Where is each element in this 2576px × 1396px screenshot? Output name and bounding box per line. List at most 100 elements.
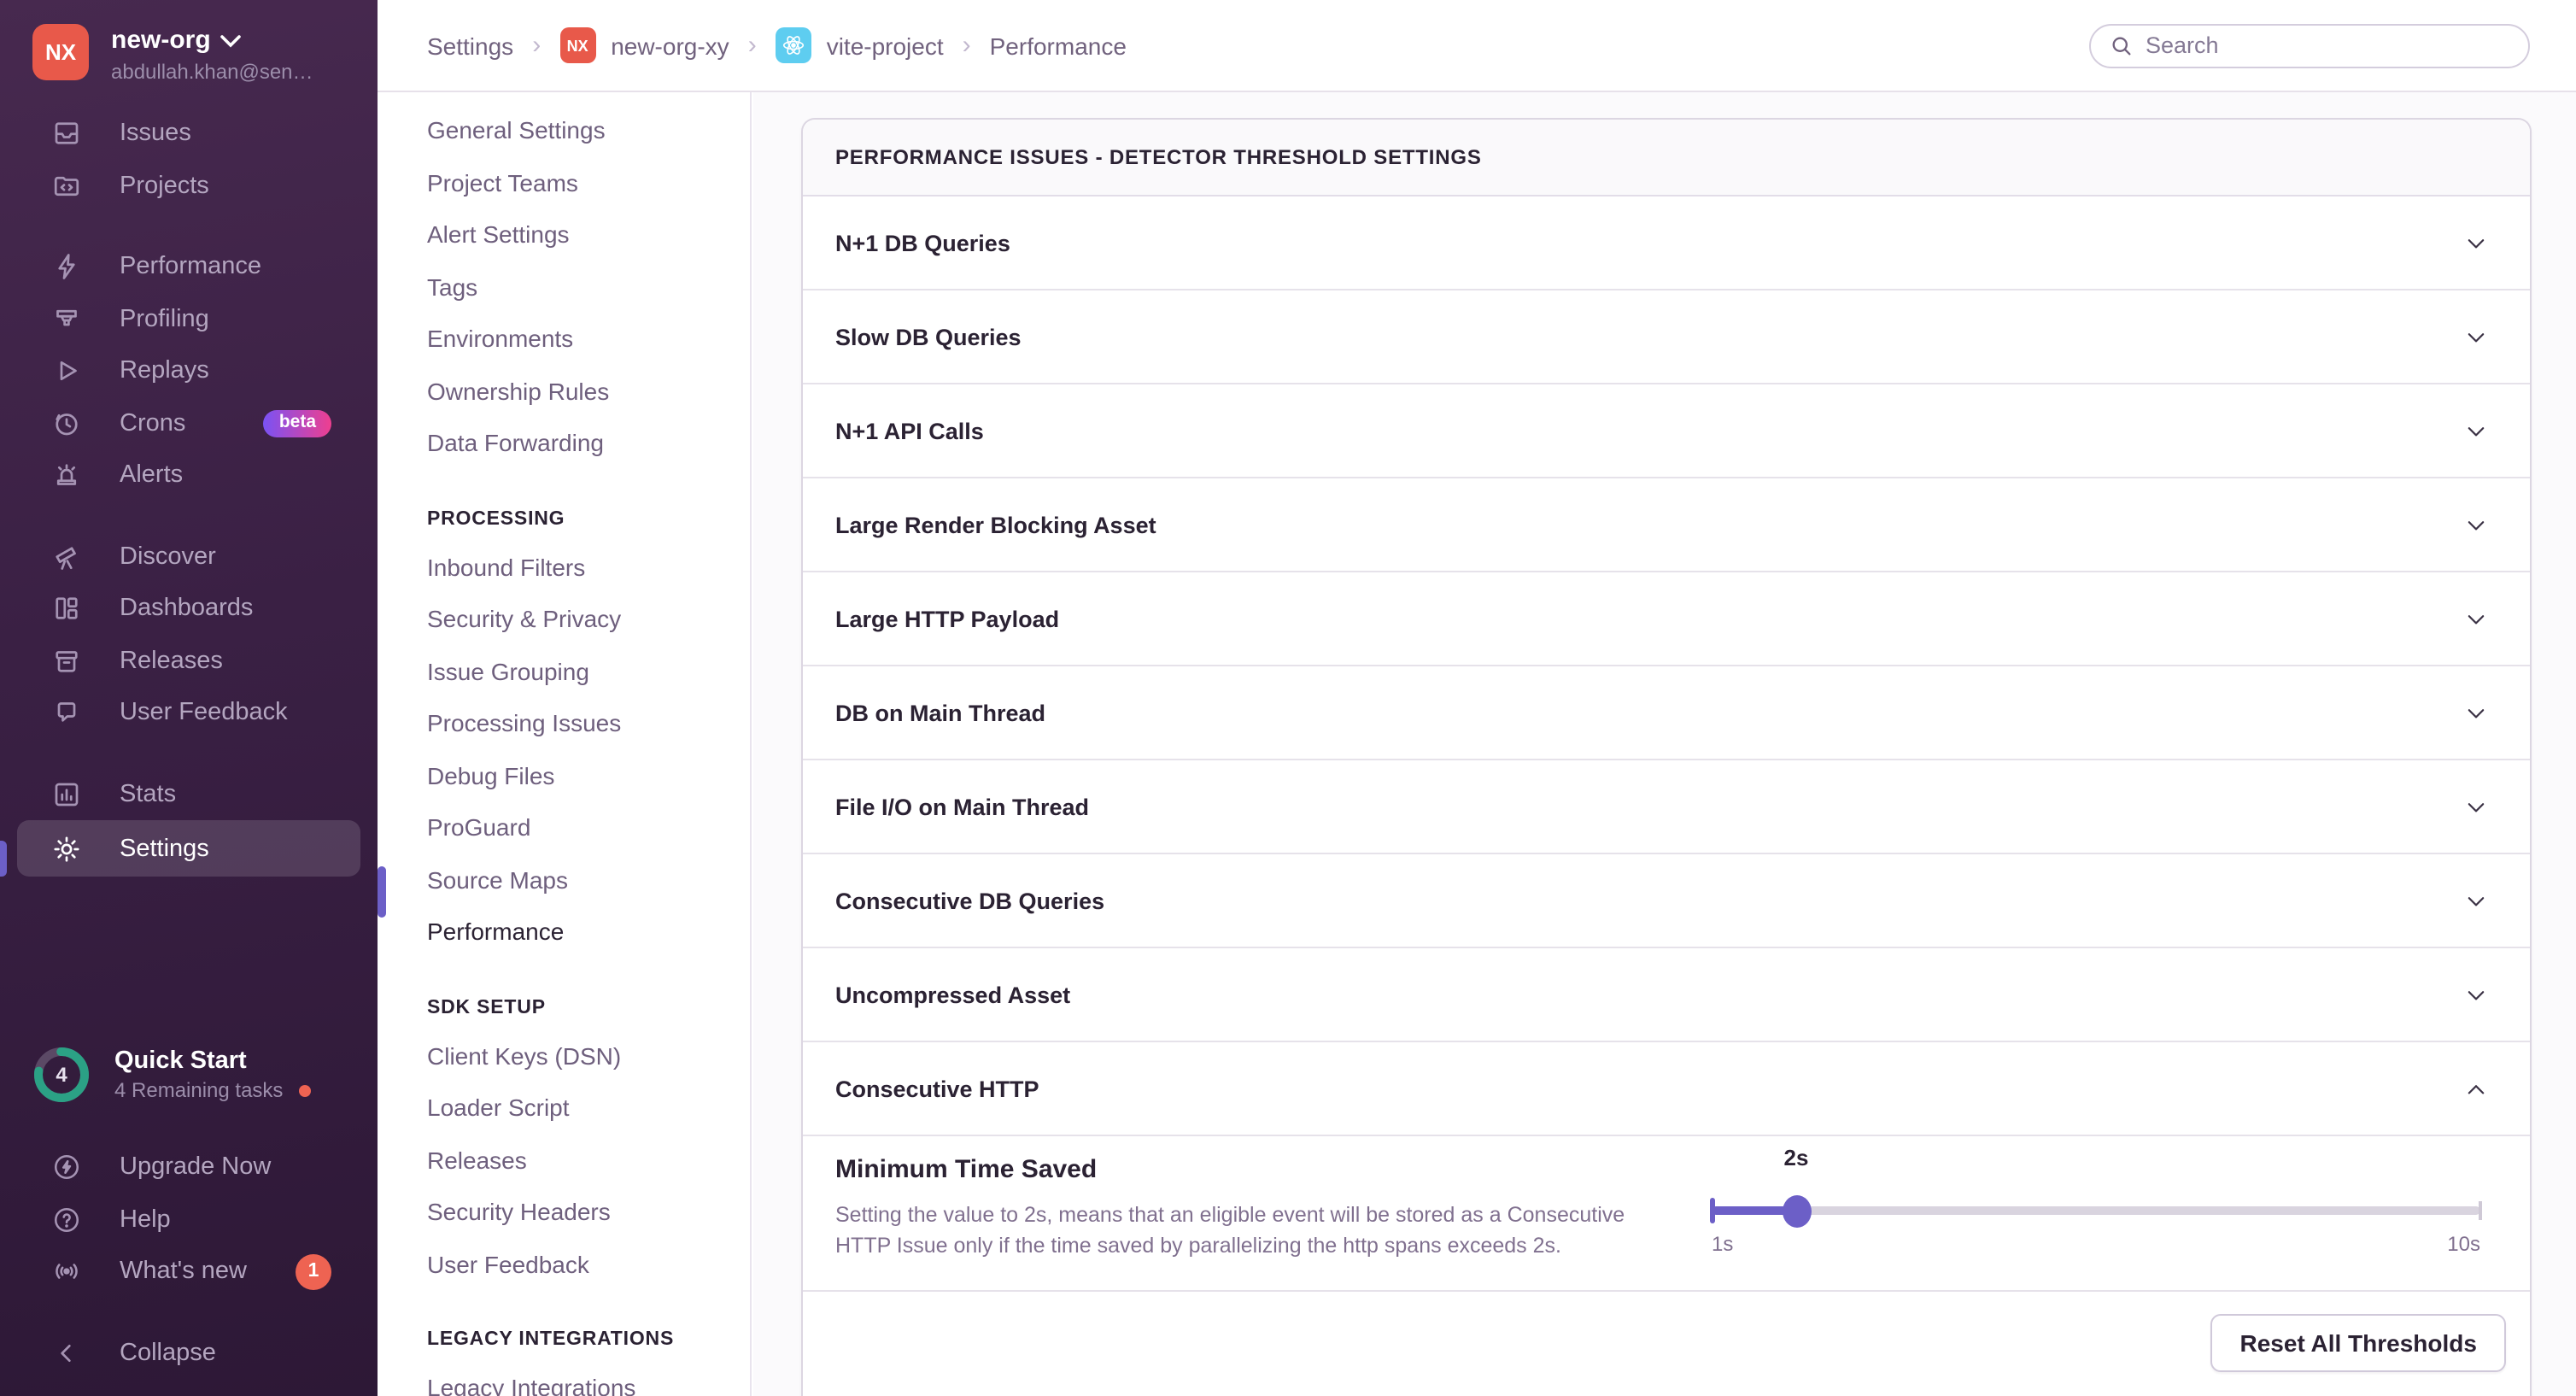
sidebar-item-performance[interactable]: Performance — [0, 241, 378, 293]
sidebar-item-discover[interactable]: Discover — [0, 531, 378, 583]
sidebar-item-collapse[interactable]: Collapse — [0, 1327, 378, 1379]
reset-all-thresholds-button[interactable]: Reset All Thresholds — [2211, 1314, 2507, 1372]
sidebar-item-replays[interactable]: Replays — [0, 345, 378, 397]
chevron-down-icon — [2463, 888, 2489, 913]
org-switcher[interactable]: NX new-org abdullah.khan@sen… — [0, 24, 378, 84]
sidebar-item-label: Alerts — [120, 462, 183, 490]
chevron-down-icon — [2463, 982, 2489, 1007]
broadcast-icon — [51, 1257, 82, 1287]
chevron-down-icon — [2463, 512, 2489, 537]
nav-header-legacy-integrations: LEGACY INTEGRATIONS — [427, 1311, 750, 1362]
accordion-row-consecutive-http[interactable]: Consecutive HTTP — [803, 1042, 2530, 1136]
search-box[interactable] — [2089, 23, 2530, 67]
help-icon — [51, 1205, 82, 1235]
sidebar-item-stats[interactable]: Stats — [0, 768, 378, 820]
org-avatar-small: NX — [559, 27, 595, 63]
active-nav-indicator — [378, 866, 385, 918]
sidebar-item-crons[interactable]: Crons beta — [0, 397, 378, 449]
nav-item-inbound-filters[interactable]: Inbound Filters — [427, 541, 750, 593]
accordion-row-file-io-on-main-thread[interactable]: File I/O on Main Thread — [803, 760, 2530, 854]
org-name[interactable]: new-org — [111, 26, 211, 55]
sidebar-item-help[interactable]: Help — [0, 1194, 378, 1246]
sidebar-item-label: Releases — [120, 648, 223, 675]
sidebar-item-label: Stats — [120, 781, 176, 808]
sidebar-item-upgrade-now[interactable]: Upgrade Now — [0, 1141, 378, 1194]
chevron-down-icon — [2463, 606, 2489, 631]
sidebar-item-label: Settings — [120, 835, 209, 862]
nav-item-tags[interactable]: Tags — [427, 261, 750, 313]
nav-item-issue-grouping[interactable]: Issue Grouping — [427, 645, 750, 697]
nav-item-debug-files[interactable]: Debug Files — [427, 749, 750, 801]
nav-item-client-keys[interactable]: Client Keys (DSN) — [427, 1029, 750, 1082]
slider-track[interactable] — [1712, 1206, 2480, 1215]
breadcrumb-project-label: vite-project — [827, 32, 944, 59]
sidebar-item-label: Upgrade Now — [120, 1154, 271, 1182]
quick-start-subtitle: 4 Remaining tasks — [114, 1078, 283, 1102]
nav-item-environments[interactable]: Environments — [427, 313, 750, 365]
nav-item-alert-settings[interactable]: Alert Settings — [427, 208, 750, 261]
search-icon — [2110, 33, 2134, 57]
accordion-row-db-on-main-thread[interactable]: DB on Main Thread — [803, 666, 2530, 760]
chevron-down-icon — [2463, 700, 2489, 725]
breadcrumb-org[interactable]: NX new-org-xy — [559, 27, 729, 63]
accordion-row-large-render-blocking-asset[interactable]: Large Render Blocking Asset — [803, 478, 2530, 572]
sidebar-item-settings[interactable]: Settings — [17, 820, 360, 877]
slider-thumb[interactable] — [1782, 1194, 1811, 1227]
thresholds-panel: PERFORMANCE ISSUES - DETECTOR THRESHOLD … — [801, 118, 2532, 1396]
nav-item-general-settings[interactable]: General Settings — [427, 104, 750, 156]
lightning-icon — [51, 252, 82, 283]
sidebar-item-dashboards[interactable]: Dashboards — [0, 583, 378, 635]
sidebar-item-label: What's new — [120, 1258, 247, 1286]
accordion-row-uncompressed-asset[interactable]: Uncompressed Asset — [803, 948, 2530, 1042]
nav-item-security-privacy[interactable]: Security & Privacy — [427, 593, 750, 645]
sidebar-item-label: Performance — [120, 254, 261, 281]
projects-icon — [51, 171, 82, 202]
archive-icon — [51, 646, 82, 677]
telescope-icon — [51, 542, 82, 572]
sidebar-item-issues[interactable]: Issues — [0, 108, 378, 160]
accordion-row-consecutive-db-queries[interactable]: Consecutive DB Queries — [803, 854, 2530, 948]
nav-item-loader-script[interactable]: Loader Script — [427, 1082, 750, 1134]
sidebar-item-projects[interactable]: Projects — [0, 160, 378, 212]
breadcrumb-org-label: new-org-xy — [611, 32, 729, 59]
sidebar-item-profiling[interactable]: Profiling — [0, 293, 378, 345]
whats-new-badge: 1 — [296, 1254, 331, 1290]
slider-max-label: 10s — [2447, 1232, 2480, 1256]
nav-item-releases[interactable]: Releases — [427, 1134, 750, 1186]
siren-icon — [51, 460, 82, 491]
nav-item-security-headers[interactable]: Security Headers — [427, 1186, 750, 1238]
quick-start[interactable]: 4 Quick Start 4 Remaining tasks — [0, 1046, 378, 1104]
setting-title: Minimum Time Saved — [835, 1155, 1097, 1184]
accordion-row-n1-db-queries[interactable]: N+1 DB Queries — [803, 196, 2530, 290]
accordion-row-n1-api-calls[interactable]: N+1 API Calls — [803, 384, 2530, 478]
react-platform-icon — [776, 27, 811, 63]
chevron-left-icon — [51, 1338, 82, 1369]
search-input[interactable] — [2146, 32, 2511, 58]
nav-item-processing-issues[interactable]: Processing Issues — [427, 697, 750, 749]
nav-item-proguard[interactable]: ProGuard — [427, 801, 750, 853]
feedback-bubble-icon — [51, 698, 82, 729]
sidebar-item-label: Dashboards — [120, 595, 253, 623]
breadcrumb-project[interactable]: vite-project — [776, 27, 944, 63]
sidebar-item-label: Profiling — [120, 306, 209, 333]
nav-item-data-forwarding[interactable]: Data Forwarding — [427, 417, 750, 469]
breadcrumb-settings[interactable]: Settings — [427, 32, 513, 59]
sidebar-item-label: Crons — [120, 410, 185, 437]
sidebar-item-releases[interactable]: Releases — [0, 635, 378, 687]
org-avatar[interactable]: NX — [32, 24, 89, 80]
beta-badge: beta — [264, 410, 331, 437]
gear-icon — [51, 833, 82, 864]
nav-item-ownership-rules[interactable]: Ownership Rules — [427, 365, 750, 417]
nav-item-project-teams[interactable]: Project Teams — [427, 156, 750, 208]
nav-item-user-feedback[interactable]: User Feedback — [427, 1238, 750, 1290]
sidebar-item-alerts[interactable]: Alerts — [0, 449, 378, 502]
sidebar-item-user-feedback[interactable]: User Feedback — [0, 687, 378, 739]
nav-item-source-maps[interactable]: Source Maps — [427, 853, 750, 906]
breadcrumb-separator-icon: › — [963, 31, 971, 60]
nav-item-legacy-integrations[interactable]: Legacy Integrations — [427, 1362, 750, 1396]
nav-item-performance[interactable]: Performance — [427, 906, 750, 958]
bar-chart-icon — [51, 779, 82, 810]
accordion-row-slow-db-queries[interactable]: Slow DB Queries — [803, 290, 2530, 384]
sidebar-item-whats-new[interactable]: What's new 1 — [0, 1246, 378, 1298]
accordion-row-large-http-payload[interactable]: Large HTTP Payload — [803, 572, 2530, 666]
